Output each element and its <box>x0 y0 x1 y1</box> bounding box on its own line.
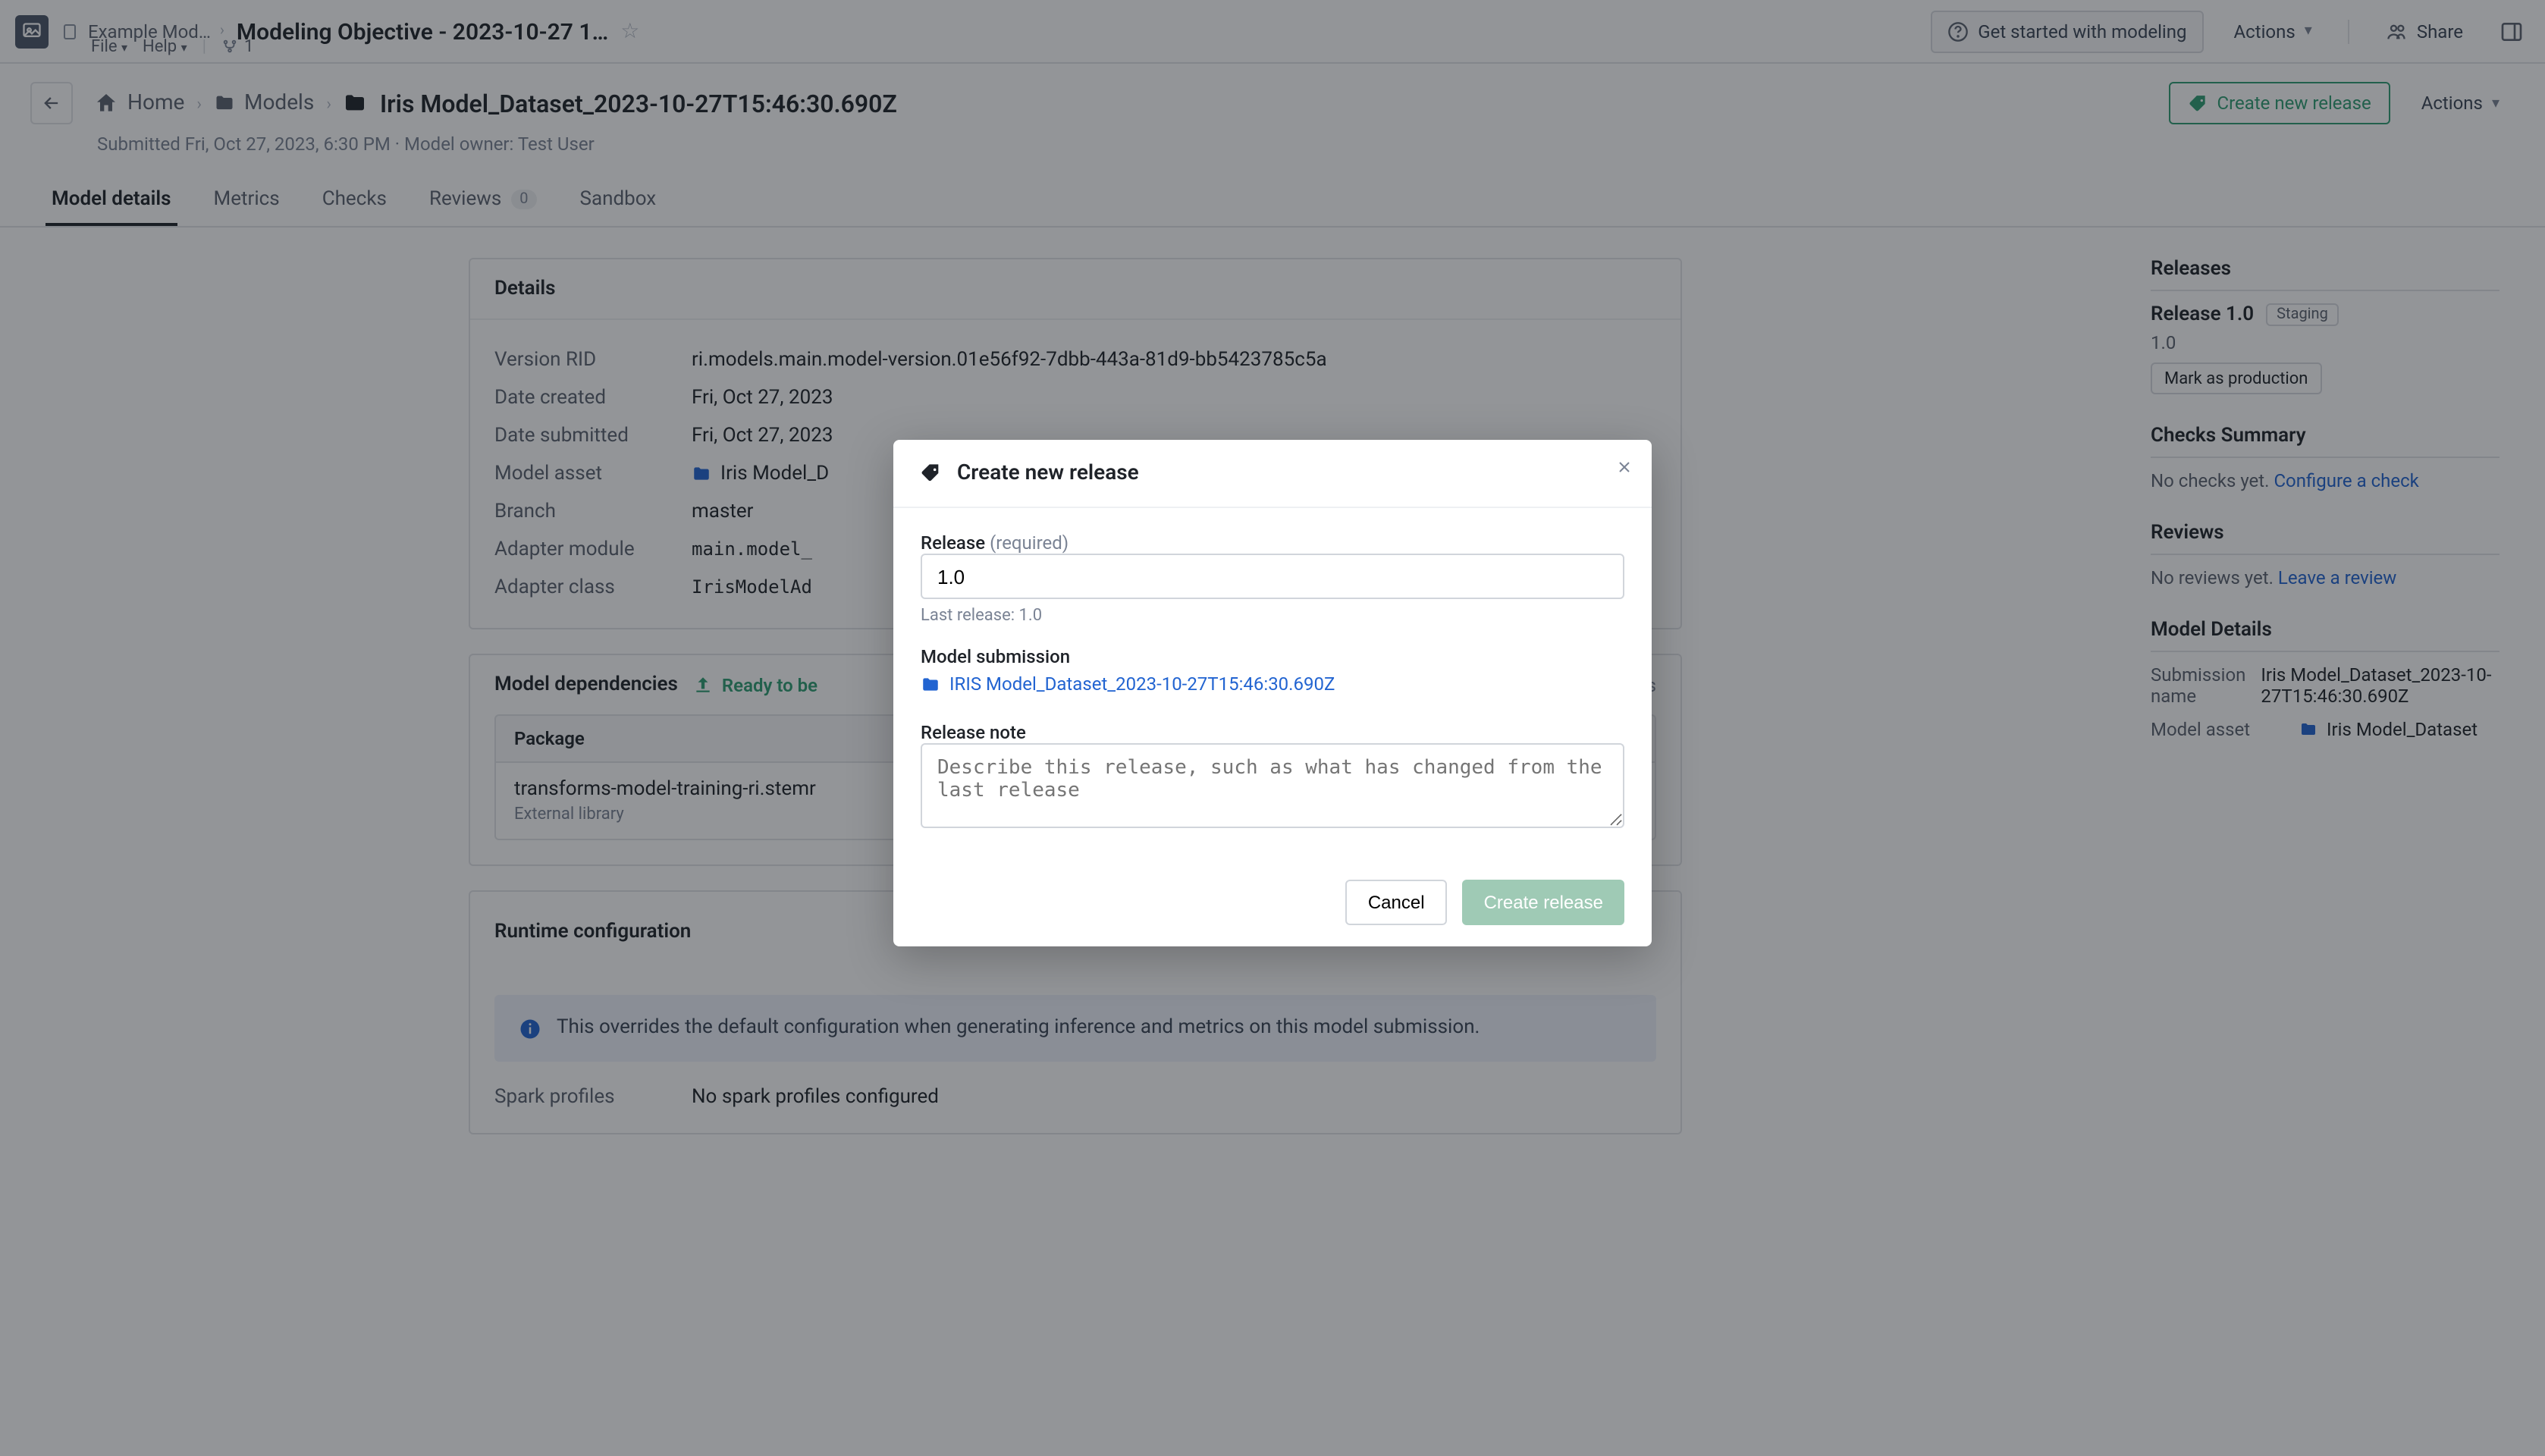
release-note-textarea[interactable] <box>921 742 1624 827</box>
tag-icon <box>921 463 942 484</box>
close-icon <box>1615 458 1633 476</box>
last-release-helper: Last release: 1.0 <box>921 605 1624 625</box>
create-release-submit-button[interactable]: Create release <box>1463 879 1624 924</box>
release-field-label: Release <box>921 532 985 554</box>
modal-overlay[interactable]: Create new release Release (required) La… <box>0 0 2545 1456</box>
release-input[interactable] <box>921 554 1624 599</box>
close-modal-button[interactable] <box>1615 458 1633 476</box>
required-label: (required) <box>990 532 1069 554</box>
model-submission-label: Model submission <box>921 646 1624 667</box>
release-note-label: Release note <box>921 721 1624 742</box>
model-submission-link[interactable]: IRIS Model_Dataset_2023-10-27T15:46:30.6… <box>921 673 1335 695</box>
modal-title: Create new release <box>957 461 1139 485</box>
cancel-button[interactable]: Cancel <box>1345 879 1448 924</box>
folder-icon <box>921 674 940 694</box>
create-release-modal: Create new release Release (required) La… <box>893 440 1652 946</box>
